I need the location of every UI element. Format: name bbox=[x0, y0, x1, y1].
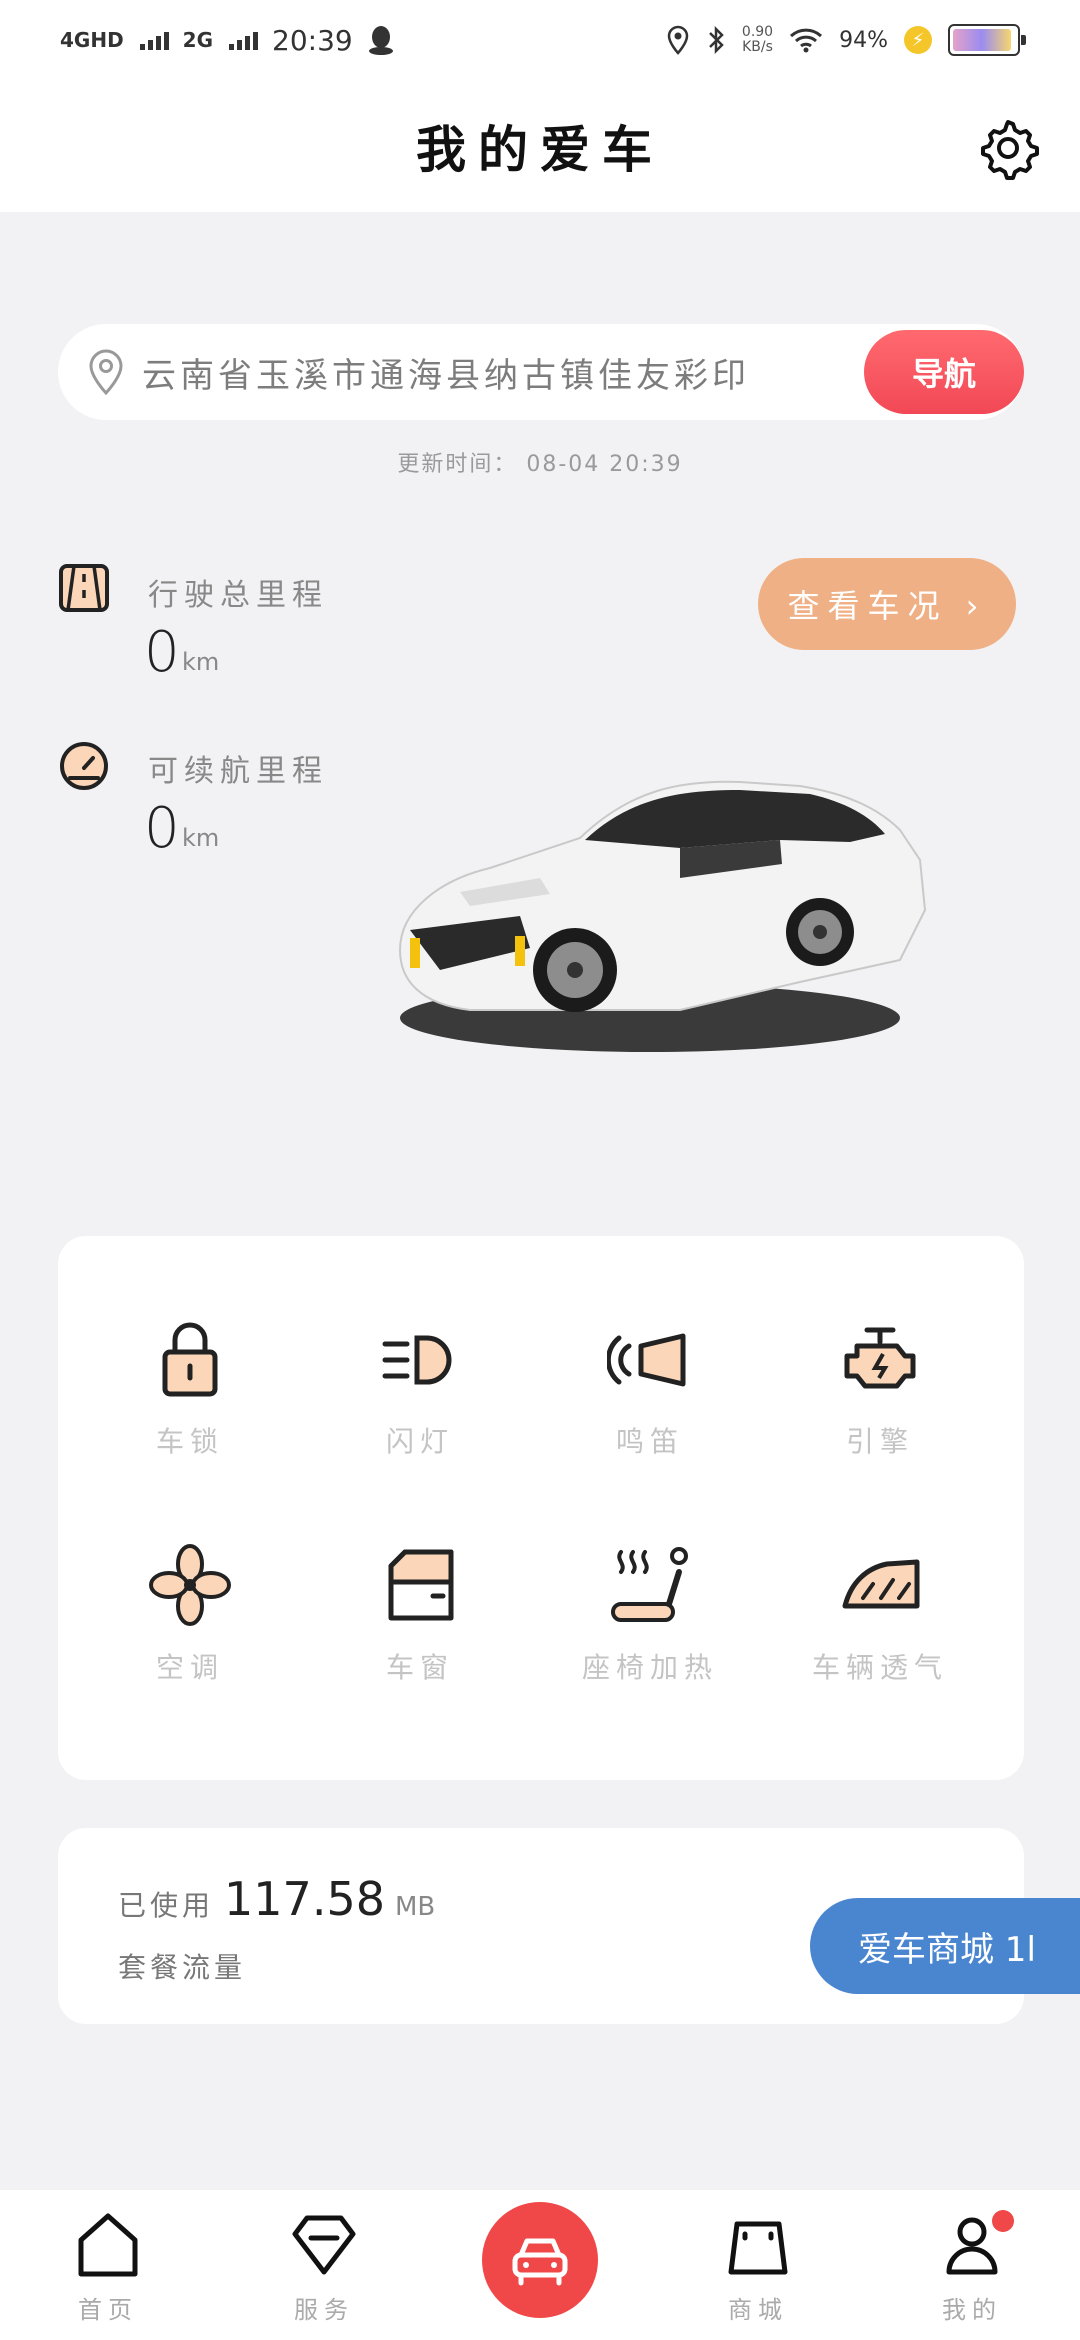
total-mileage-value: 0 bbox=[144, 620, 180, 685]
network-indicator-2: 2G bbox=[182, 28, 214, 52]
signal-icon bbox=[139, 30, 169, 50]
network-speed: 0.90 KB/s bbox=[741, 23, 774, 55]
flash-lights-control[interactable]: 闪灯 bbox=[330, 1316, 510, 1496]
nav-mine[interactable]: 我的 bbox=[902, 2210, 1042, 2325]
seat-heating-label: 座椅加热 bbox=[581, 1651, 718, 1684]
plan-data-label: 套餐流量 bbox=[118, 1951, 247, 1984]
range-value: 0 bbox=[144, 796, 180, 861]
nav-service[interactable]: 服务 bbox=[254, 2210, 394, 2325]
headlight-icon bbox=[382, 1335, 452, 1385]
fan-icon bbox=[149, 1544, 231, 1626]
road-icon bbox=[59, 564, 109, 612]
window-control[interactable]: 车窗 bbox=[330, 1542, 510, 1722]
window-icon bbox=[388, 1549, 454, 1621]
bluetooth-icon bbox=[709, 25, 724, 55]
qq-icon bbox=[368, 26, 393, 55]
location-icon bbox=[667, 25, 689, 55]
range-label: 可续航里程 bbox=[148, 754, 328, 789]
check-vehicle-button[interactable]: 查看车况 › bbox=[758, 558, 1016, 650]
ac-label: 空调 bbox=[155, 1651, 224, 1684]
navigate-button[interactable]: 导航 bbox=[864, 330, 1024, 414]
range-unit: km bbox=[182, 824, 220, 852]
bottom-nav: 首页 服务 商城 我的 bbox=[0, 2190, 1080, 2340]
diamond-icon bbox=[292, 2215, 356, 2275]
data-used-unit: MB bbox=[394, 1892, 436, 1922]
lock-control[interactable]: 车锁 bbox=[100, 1316, 280, 1496]
notification-badge bbox=[992, 2210, 1014, 2232]
engine-control[interactable]: 引擎 bbox=[790, 1316, 970, 1496]
battery-percent: 94% bbox=[839, 27, 888, 53]
total-mileage-unit: km bbox=[182, 648, 220, 676]
total-mileage-label: 行驶总里程 bbox=[148, 578, 328, 613]
lock-icon bbox=[162, 1322, 218, 1397]
address-text: 云南省玉溪市通海县纳古镇佳友彩印 bbox=[142, 355, 750, 396]
nav-home-label: 首页 bbox=[78, 2296, 138, 2324]
location-bar: 云南省玉溪市通海县纳古镇佳友彩印 导航 bbox=[58, 324, 1024, 420]
location-pin-icon bbox=[89, 349, 123, 396]
charging-icon: ⚡ bbox=[904, 26, 932, 54]
update-time: 更新时间： 08-04 20:39 bbox=[397, 452, 683, 477]
seat-heating-control[interactable]: 座椅加热 bbox=[560, 1542, 740, 1722]
engine-icon bbox=[844, 1327, 916, 1389]
app-header: 我的爱车 bbox=[0, 80, 1080, 212]
ventilation-control[interactable]: 车辆透气 bbox=[790, 1542, 970, 1722]
car-mall-button[interactable]: 爱车商城 1l bbox=[810, 1898, 1080, 1994]
data-used-row: 已使用 117.58 MB bbox=[118, 1872, 435, 1926]
window-label: 车窗 bbox=[385, 1651, 454, 1684]
horn-label: 鸣笛 bbox=[615, 1425, 684, 1458]
battery-icon bbox=[948, 24, 1026, 56]
status-bar: 4GHD 2G 20:39 0.90 KB/s 94% ⚡ bbox=[0, 0, 1080, 80]
engine-label: 引擎 bbox=[845, 1425, 914, 1458]
nav-home[interactable]: 首页 bbox=[38, 2210, 178, 2325]
horn-control[interactable]: 鸣笛 bbox=[560, 1316, 740, 1496]
horn-icon bbox=[607, 1333, 686, 1387]
nav-mall[interactable]: 商城 bbox=[688, 2210, 828, 2325]
signal-icon bbox=[229, 30, 259, 50]
data-used-prefix: 已使用 bbox=[118, 1889, 215, 1922]
nav-my-car[interactable] bbox=[482, 2202, 598, 2318]
shopping-bag-icon bbox=[728, 2221, 788, 2275]
page-title: 我的爱车 bbox=[416, 120, 664, 179]
ventilation-icon bbox=[842, 1559, 920, 1609]
remote-controls-card: 车锁 闪灯 鸣笛 引擎 空调 车窗 座椅加热 车辆透气 bbox=[58, 1236, 1024, 1780]
nav-mine-label: 我的 bbox=[942, 2296, 1002, 2324]
network-indicator-1: 4GHD bbox=[60, 28, 124, 52]
home-icon bbox=[78, 2213, 138, 2277]
lock-label: 车锁 bbox=[155, 1425, 224, 1458]
nav-mall-label: 商城 bbox=[728, 2296, 788, 2324]
nav-service-label: 服务 bbox=[294, 2296, 354, 2324]
ac-control[interactable]: 空调 bbox=[100, 1542, 280, 1722]
gauge-icon bbox=[60, 742, 108, 790]
wifi-icon bbox=[790, 28, 823, 53]
car-icon bbox=[512, 2238, 568, 2286]
car-image bbox=[398, 780, 927, 1052]
ventilation-label: 车辆透气 bbox=[811, 1651, 948, 1684]
data-used-value: 117.58 bbox=[224, 1872, 385, 1926]
seat-heat-icon bbox=[611, 1547, 688, 1622]
flash-lights-label: 闪灯 bbox=[385, 1425, 454, 1458]
clock: 20:39 bbox=[272, 23, 353, 57]
gear-icon[interactable] bbox=[976, 116, 1040, 180]
